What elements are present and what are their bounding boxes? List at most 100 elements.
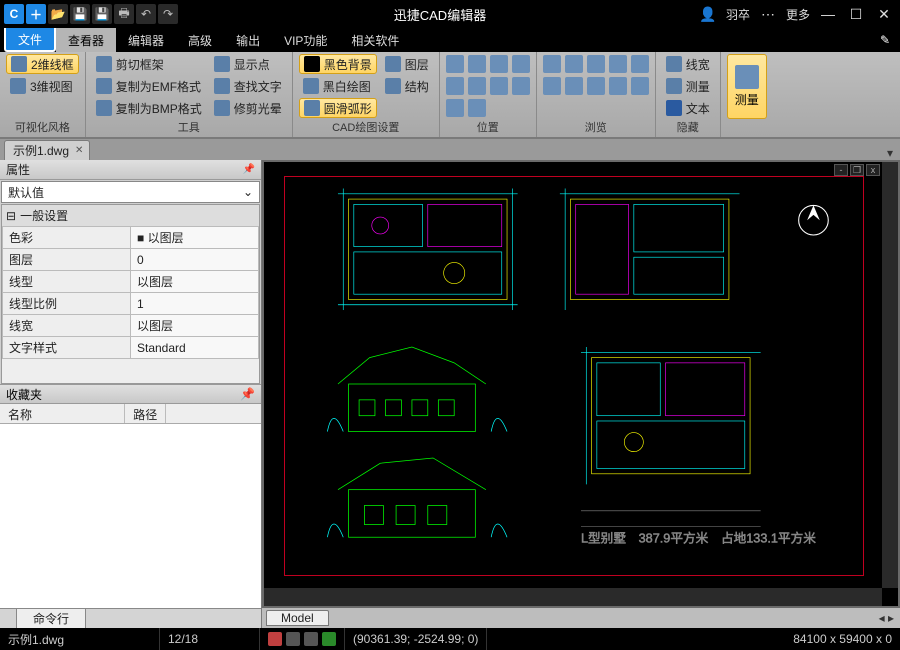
svg-text:L型别墅 387.9平方米 占地133.1平方米: L型别墅 387.9平方米 占地133.1平方米 [581,531,816,546]
tab-editor[interactable]: 编辑器 [116,28,176,52]
nav-icon[interactable] [543,77,561,95]
bw-icon [303,78,319,94]
prop-value[interactable]: Standard [131,337,259,359]
btn-2d-wireframe[interactable]: 2维线框 [6,54,79,74]
redo-icon[interactable]: ↷ [158,4,178,24]
btn-layers[interactable]: 图层 [381,54,433,74]
pos-icon[interactable] [468,99,486,117]
minimize-icon[interactable]: — [818,4,838,24]
doc-tab[interactable]: 示例1.dwg ✕ [4,140,90,160]
status-icon[interactable] [286,632,300,646]
more-label[interactable]: 更多 [786,6,810,23]
prop-key: 线型 [3,271,131,293]
pos-icon[interactable] [446,99,464,117]
btn-find-text[interactable]: 查找文字 [210,76,286,96]
point-icon [214,56,230,72]
btn-3d-view[interactable]: 3维视图 [6,76,79,96]
status-icon[interactable] [322,632,336,646]
nav-icon[interactable] [631,77,649,95]
app-icon[interactable]: C [4,4,24,24]
btn-measure-big[interactable]: 测量 [727,54,767,119]
btn-lineweight[interactable]: 线宽 [662,54,714,74]
prop-section[interactable]: ⊟一般设置 [2,205,259,226]
nav-icon[interactable] [543,55,561,73]
open-icon[interactable]: 📂 [48,4,68,24]
tab-vip[interactable]: VIP功能 [272,28,339,52]
edit-icon[interactable]: ✎ [870,28,900,52]
tab-advanced[interactable]: 高级 [176,28,224,52]
layout-nav-icon[interactable]: ◂ ▸ [873,611,900,625]
save-icon[interactable]: 💾 [70,4,90,24]
pin-icon[interactable]: 📌 [240,387,255,401]
tab-related[interactable]: 相关软件 [339,28,411,52]
print-icon[interactable]: 🖶 [114,4,134,24]
pin-icon[interactable]: 📌 [243,164,255,175]
prop-value[interactable]: ■ 以图层 [131,227,259,249]
saveas-icon[interactable]: 💾 [92,4,112,24]
ribbon-group-hide: 线宽 测量 文本 隐藏 [656,52,721,137]
group-label: 浏览 [543,119,649,137]
pos-icon[interactable] [512,77,530,95]
close-icon[interactable]: ✕ [874,4,894,24]
drawing-canvas[interactable]: - ❐ x [264,162,898,606]
pos-icon[interactable] [468,55,486,73]
btn-lw-label: 线宽 [686,56,710,73]
model-tab[interactable]: Model [266,610,329,626]
nav-icon[interactable] [587,55,605,73]
pos-icon[interactable] [446,77,464,95]
nav-icon[interactable] [631,55,649,73]
maximize-icon[interactable]: ☐ [846,4,866,24]
btn-3d-view-label: 3维视图 [30,78,73,95]
ribbon-group-browse: 浏览 [537,52,656,137]
pos-icon[interactable] [512,55,530,73]
close-tab-icon[interactable]: ✕ [75,145,83,156]
prop-value[interactable]: 以图层 [131,315,259,337]
user-icon[interactable]: 👤 [698,4,718,24]
btn-structure[interactable]: 结构 [381,76,433,96]
prop-value[interactable]: 1 [131,293,259,315]
prop-table: 色彩■ 以图层 图层0 线型以图层 线型比例1 线宽以图层 文字样式Standa… [2,226,259,359]
default-combo[interactable]: 默认值 ⌄ [1,181,260,203]
btn-trim-halo[interactable]: 修剪光晕 [210,98,286,118]
prop-value[interactable]: 0 [131,249,259,271]
horizontal-scrollbar[interactable] [264,588,882,606]
tab-file[interactable]: 文件 [4,28,56,52]
nav-icon[interactable] [609,55,627,73]
status-icon[interactable] [268,632,282,646]
btn-halo-label: 修剪光晕 [234,100,282,117]
new-icon[interactable]: ＋ [26,4,46,24]
pos-icon[interactable] [490,55,508,73]
tab-viewer[interactable]: 查看器 [56,28,116,52]
prop-key: 线宽 [3,315,131,337]
nav-icon[interactable] [565,77,583,95]
btn-copy-emf[interactable]: 复制为EMF格式 [92,76,206,96]
btn-text[interactable]: 文本 [662,98,714,118]
prop-value[interactable]: 以图层 [131,271,259,293]
col-path[interactable]: 路径 [125,404,166,423]
btn-copy-bmp[interactable]: 复制为BMP格式 [92,98,206,118]
pos-icon[interactable] [490,77,508,95]
col-name[interactable]: 名称 [0,404,125,423]
pos-icon[interactable] [468,77,486,95]
btn-2d-wireframe-label: 2维线框 [31,56,74,73]
undo-icon[interactable]: ↶ [136,4,156,24]
nav-icon[interactable] [565,55,583,73]
vertical-scrollbar[interactable] [882,162,898,588]
chevron-down-icon[interactable]: ▾ [880,146,900,160]
btn-smooth-arc[interactable]: 圆滑弧形 [299,98,377,118]
btn-bw-draw[interactable]: 黑白绘图 [299,76,377,96]
btn-show-points[interactable]: 显示点 [210,54,286,74]
emf-icon [96,78,112,94]
more-icon[interactable]: ⋯ [758,4,778,24]
nav-icon[interactable] [587,77,605,95]
tab-output[interactable]: 输出 [224,28,272,52]
btn-clip-frame[interactable]: 剪切框架 [92,54,206,74]
status-pages: 12/18 [160,628,260,650]
status-icon[interactable] [304,632,318,646]
btn-black-bg[interactable]: 黑色背景 [299,54,377,74]
pos-icon[interactable] [446,55,464,73]
nav-icon[interactable] [609,77,627,95]
btn-measure[interactable]: 测量 [662,76,714,96]
btn-clip-label: 剪切框架 [116,56,164,73]
command-tab[interactable]: 命令行 [16,608,86,629]
